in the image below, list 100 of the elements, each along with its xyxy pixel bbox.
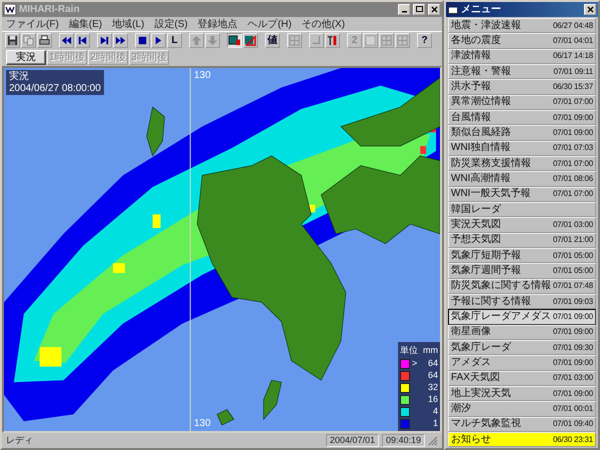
menu-item[interactable]: その他(X) — [302, 16, 345, 32]
item-time: 07/01 07:00 — [552, 160, 593, 168]
item-label: お知らせ — [451, 434, 491, 445]
minimize-button[interactable] — [398, 4, 410, 15]
item-time: 07/01 09:03 — [552, 298, 593, 306]
play-button[interactable] — [151, 33, 166, 48]
status-date: 2004/07/01 — [326, 434, 379, 447]
item-label: WNI高潮情報 — [451, 174, 510, 184]
menu-list-item[interactable]: 各地の震度 07/01 04:01 — [448, 33, 596, 49]
menu-list-item[interactable]: WNI独自情報 07/01 07:03 — [448, 140, 596, 156]
item-time: 07/01 03:00 — [552, 374, 593, 382]
item-time: 07/01 05:00 — [552, 252, 593, 260]
menu-list-item[interactable]: 潮汐 07/01 00:01 — [448, 401, 596, 417]
close-button[interactable] — [428, 4, 440, 15]
tool-button[interactable] — [325, 33, 340, 48]
menu-list-item[interactable]: 異常潮位情報 07/01 07:00 — [448, 94, 596, 110]
item-label: アメダス — [451, 358, 491, 368]
legend-value: 4 — [432, 404, 438, 418]
menu-list-item[interactable]: 衛星画像 07/01 09:00 — [448, 324, 596, 340]
blank-icon — [364, 34, 377, 47]
menu-list-item[interactable]: 台風情報 07/01 09:00 — [448, 110, 596, 126]
close-button[interactable] — [584, 4, 596, 15]
up-arrow-icon — [190, 34, 203, 47]
legend-unit: mm — [423, 344, 438, 356]
rewind-button[interactable] — [59, 33, 74, 48]
menu-list-item[interactable]: 地震・津波速報 06/27 04:48 — [448, 18, 596, 34]
item-label: 地震・津波速報 — [451, 20, 521, 31]
item-label: 防災気象に関する情報 — [451, 281, 551, 292]
longitude-label: 130 — [194, 417, 211, 431]
menu-list-item[interactable]: 実況天気図 07/01 03:00 — [448, 217, 596, 233]
toolbar-button[interactable]: L — [167, 33, 182, 48]
legend-symbol: > — [412, 356, 418, 370]
menu-list-item[interactable]: WNI高潮情報 07/01 08:06 — [448, 171, 596, 187]
item-label: 予報に関する情報 — [451, 296, 531, 307]
menu-item[interactable]: 登録地点 — [198, 16, 238, 32]
item-time: 07/01 09:11 — [554, 68, 593, 76]
window-title: MIHARI-Rain — [19, 3, 81, 17]
menu-list-item[interactable]: マルチ気象監視 07/01 09:40 — [448, 416, 596, 432]
time-tab[interactable]: 実況 — [6, 50, 46, 65]
item-time: 07/01 07:00 — [552, 98, 593, 106]
menu-list-item[interactable]: 類似台風経路 07/01 09:00 — [448, 125, 596, 141]
maximize-button[interactable] — [413, 4, 425, 15]
fast-forward-button[interactable] — [113, 33, 128, 48]
menu-list-item[interactable]: 気象庁短期予報 07/01 05:00 — [448, 248, 596, 264]
corner-icon — [310, 34, 323, 47]
app-icon — [4, 4, 16, 15]
menu-list-item[interactable]: 地上実況天気 07/01 09:00 — [448, 386, 596, 402]
tool-icon — [326, 34, 339, 47]
toolbar-button[interactable]: ? — [417, 33, 432, 48]
menu-list-item[interactable]: 気象庁週間予報 07/01 05:00 — [448, 263, 596, 279]
menu-item[interactable]: 編集(E) — [68, 16, 102, 32]
menu-list-item[interactable]: アメダス 07/01 09:00 — [448, 355, 596, 371]
menu-list-item[interactable]: 気象庁レーダアメダス 07/01 09:00 — [448, 309, 596, 325]
print-button[interactable] — [37, 33, 52, 48]
triangle-icon — [244, 34, 257, 47]
menu-item[interactable]: 設定(S) — [154, 16, 188, 32]
item-time: 06/30 23:31 — [552, 436, 593, 444]
layer-toggle-button[interactable] — [227, 33, 242, 48]
legend-value: 64 — [428, 368, 438, 382]
menu-list-item[interactable]: 洪水予報 06/30 15:37 — [448, 79, 596, 95]
menu-list-item[interactable]: 注意報・警報 07/01 09:11 — [448, 64, 596, 80]
item-time: 07/01 09:00 — [552, 312, 593, 321]
item-label: 気象庁短期予報 — [451, 250, 521, 261]
item-label: WNI一般天気予報 — [451, 189, 530, 200]
menu-list-item[interactable]: 津波情報 06/17 14:18 — [448, 48, 596, 64]
item-time: 07/01 09:00 — [552, 358, 593, 367]
item-label: 台風情報 — [451, 112, 491, 123]
panel-title: メニュー — [461, 3, 502, 17]
item-time: 07/01 07:03 — [552, 144, 593, 152]
menu-list-item[interactable]: FAX天気図 07/01 03:00 — [448, 370, 596, 386]
grid-icon — [396, 34, 409, 47]
step-forward-button[interactable] — [97, 33, 112, 48]
item-label: 気象庁週間予報 — [451, 266, 521, 276]
save-button[interactable] — [5, 33, 20, 48]
item-label: 衛星画像 — [451, 327, 491, 338]
grid-icon — [380, 34, 393, 47]
maximize-icon — [414, 5, 424, 14]
observation-label: 実況 — [9, 71, 30, 82]
printer-icon — [38, 34, 51, 47]
menu-list-item[interactable]: 防災業務支援情報 07/01 07:00 — [448, 156, 596, 172]
item-time: 07/01 09:00 — [552, 328, 593, 336]
step-back-button[interactable] — [75, 33, 90, 48]
menu-list-item[interactable]: 防災気象に関する情報 07/01 07:48 — [448, 278, 596, 294]
menu-list-item[interactable]: お知らせ 06/30 23:31 — [448, 432, 596, 448]
menu-item[interactable]: ヘルプ(H) — [248, 16, 292, 32]
menu-list-item[interactable]: WNI一般天気予報 07/01 07:00 — [448, 186, 596, 202]
layer-toggle-button[interactable] — [243, 33, 258, 48]
menu-item[interactable]: ファイル(F) — [6, 16, 59, 32]
toolbar-button[interactable]: 値 — [265, 33, 280, 48]
item-time: 07/01 04:01 — [552, 36, 593, 45]
legend-title: 単位 — [400, 344, 418, 356]
stop-button[interactable] — [135, 33, 150, 48]
menu-list-item[interactable]: 予想天気図 07/01 21:00 — [448, 232, 596, 248]
menu-list-item[interactable]: 気象庁レーダ 07/01 09:30 — [448, 340, 596, 356]
menu-list-item[interactable]: 韓国レーダ — [448, 202, 596, 218]
menu-item[interactable]: 地域(L) — [112, 16, 144, 32]
floppy-icon — [6, 34, 19, 47]
item-label: 潮汐 — [451, 404, 471, 414]
item-time: 07/01 00:01 — [552, 404, 593, 413]
menu-list-item[interactable]: 予報に関する情報 07/01 09:03 — [448, 294, 596, 310]
